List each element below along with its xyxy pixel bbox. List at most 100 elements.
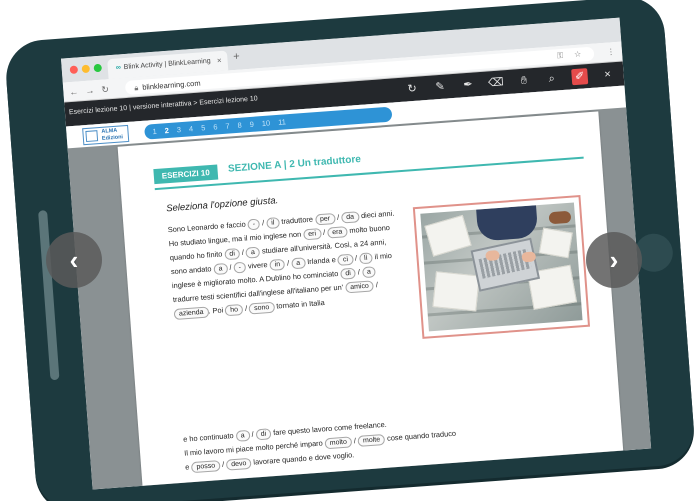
choice-option[interactable]: devo (225, 457, 252, 471)
lock-icon: 🔒︎ (133, 83, 139, 93)
choice-option[interactable]: ci (337, 253, 354, 266)
slash: / (229, 262, 232, 272)
marker-icon[interactable]: ✒ (459, 76, 476, 93)
page-number[interactable]: 8 (237, 121, 242, 130)
choice-option[interactable]: di (255, 428, 272, 441)
tab-close-icon[interactable]: × (217, 56, 222, 65)
slash: / (353, 436, 357, 446)
exercise-badge: ESERCIZI 10 (153, 164, 219, 185)
page-number[interactable]: 10 (262, 119, 271, 129)
slash: / (244, 303, 248, 313)
illustration-frame (412, 194, 591, 339)
choice-option[interactable]: da (340, 211, 360, 224)
page-number[interactable]: 11 (278, 117, 286, 127)
choice-option[interactable]: - (233, 261, 247, 274)
page-number[interactable]: 5 (201, 123, 206, 132)
slash: / (375, 280, 379, 290)
translator-photo (420, 202, 583, 332)
page-number[interactable]: 4 (189, 124, 194, 133)
close-icon[interactable]: × (599, 66, 616, 83)
choice-option[interactable]: in (269, 258, 286, 271)
choice-option[interactable]: molto (324, 436, 353, 450)
choice-option[interactable]: amico (344, 280, 375, 294)
choice-option[interactable]: a (235, 429, 251, 442)
slash: / (357, 267, 361, 277)
logo-line2: Edizioni (101, 134, 124, 142)
alma-logo: ALMA Edizioni (82, 124, 130, 146)
refresh-icon[interactable]: ↻ (404, 80, 421, 97)
url-text: blinklearning.com (141, 78, 201, 92)
forward-icon[interactable]: → (85, 85, 95, 96)
exercise-text-bottom: e ho continuato a / di fare questo lavor… (183, 403, 585, 474)
previous-page-button[interactable]: ‹ (46, 232, 102, 288)
text-run: e ho continuato (182, 431, 234, 444)
choice-option[interactable]: posso (191, 460, 221, 474)
alma-logo-mark-icon (85, 130, 99, 143)
text-run: tornato in Italia (275, 298, 325, 311)
reload-icon[interactable]: ↻ (101, 84, 109, 96)
hand-icon[interactable]: ✋︎ (515, 72, 532, 89)
choice-option[interactable]: ho (224, 304, 244, 317)
exercise-text: Sono Leonardo e faccio - / il traduttore… (167, 206, 406, 321)
page-number[interactable]: 3 (177, 125, 182, 134)
choice-option[interactable]: era (326, 226, 348, 239)
page-number[interactable]: 1 (152, 127, 157, 136)
section-title: SEZIONE A | 2 Un traduttore (227, 154, 362, 175)
tab-title: Blink Activity | BlinkLearning (123, 57, 211, 72)
page-number[interactable]: 2 (164, 126, 169, 135)
slash: / (322, 227, 326, 237)
reader-area: ALMA Edizioni 1 2 3 4 5 6 7 8 9 10 11 ESERCIZI 10 … (65, 85, 652, 490)
choice-option[interactable]: a (213, 263, 228, 276)
choice-option[interactable]: sono (248, 301, 275, 315)
menu-kebab-icon[interactable]: ⋮ (607, 47, 616, 57)
slash: / (221, 459, 225, 469)
search-icon[interactable]: ⌕ (543, 70, 560, 87)
back-icon[interactable]: ← (69, 86, 79, 97)
page-number[interactable]: 7 (225, 121, 230, 130)
close-window-icon[interactable] (69, 65, 79, 75)
text-run: Irlanda e (306, 255, 337, 267)
choice-option[interactable]: di (224, 248, 241, 261)
page-number[interactable]: 6 (213, 122, 218, 131)
text-run: traduttore (281, 214, 314, 226)
choice-option[interactable]: a (361, 266, 377, 279)
text-run: lavorare quando e dove voglio. (253, 450, 355, 467)
pen-icon[interactable]: ✐ (571, 68, 589, 86)
exercise-instruction: Seleziona l'opzione giusta. (165, 195, 279, 215)
book-page: ESERCIZI 10 SEZIONE A | 2 Un traduttore … (117, 111, 624, 486)
next-page-button[interactable]: › (586, 232, 642, 288)
choice-option[interactable]: per (314, 213, 336, 226)
choice-option[interactable]: di (339, 267, 357, 280)
choice-option[interactable]: a (290, 257, 306, 270)
slash: / (251, 429, 254, 439)
choice-option[interactable]: il (265, 217, 280, 230)
choice-option[interactable]: lì (358, 252, 374, 265)
text-run: Sono Leonardo e faccio (167, 219, 247, 235)
choice-option[interactable]: - (247, 218, 261, 231)
key-icon[interactable]: ⚿ (557, 51, 564, 61)
choice-option[interactable]: a (245, 246, 261, 259)
slash: / (286, 258, 290, 268)
slash: / (354, 253, 358, 263)
tablet-side-slot (38, 210, 60, 381)
maximize-window-icon[interactable] (93, 63, 103, 73)
text-run: e (184, 462, 190, 472)
choice-option[interactable]: eri (302, 228, 322, 241)
eraser-icon[interactable]: ⌫ (487, 74, 504, 91)
slash: / (336, 212, 340, 222)
text-run: cose quando traduco (386, 428, 457, 443)
slash: / (241, 247, 245, 257)
pencil-icon[interactable]: ✎ (432, 78, 449, 95)
choice-option[interactable]: azienda (173, 306, 209, 321)
bookmark-star-icon[interactable]: ☆ (574, 50, 582, 60)
text-run: vivere (247, 260, 268, 271)
logo-line1: ALMA (101, 127, 118, 135)
page-number[interactable]: 9 (249, 120, 254, 129)
section-header: ESERCIZI 10 SEZIONE A | 2 Un traduttore (153, 151, 362, 185)
new-tab-button[interactable]: + (233, 51, 240, 63)
tablet-screen: ∞ Blink Activity | BlinkLearning × + ← → … (60, 17, 652, 490)
blink-favicon-icon: ∞ (115, 64, 122, 72)
slash: / (261, 218, 265, 228)
choice-option[interactable]: molte (357, 433, 386, 447)
minimize-window-icon[interactable] (81, 64, 91, 74)
